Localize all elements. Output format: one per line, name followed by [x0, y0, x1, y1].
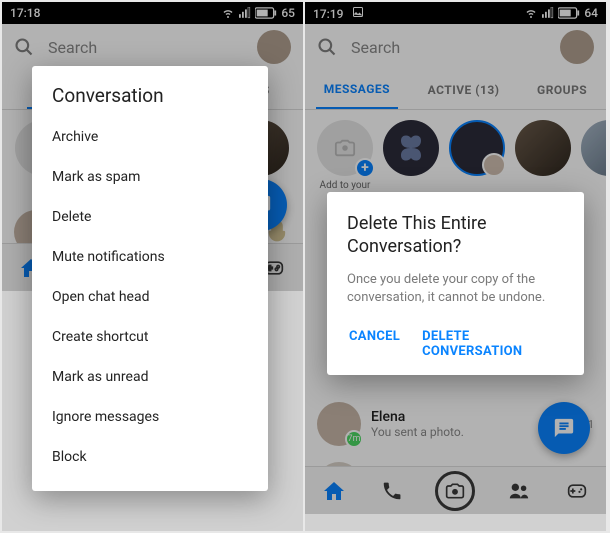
conversation-context-menu: Conversation Archive Mark as spam Delete… — [32, 66, 268, 491]
menu-mark-unread[interactable]: Mark as unread — [32, 357, 268, 397]
menu-title: Conversation — [32, 84, 268, 117]
menu-create-shortcut[interactable]: Create shortcut — [32, 317, 268, 357]
dialog-actions: CANCEL DELETE CONVERSATION — [347, 323, 564, 365]
menu-delete[interactable]: Delete — [32, 197, 268, 237]
menu-ignore[interactable]: Ignore messages — [32, 397, 268, 437]
menu-open-chat-head[interactable]: Open chat head — [32, 277, 268, 317]
menu-archive[interactable]: Archive — [32, 117, 268, 157]
menu-mark-spam[interactable]: Mark as spam — [32, 157, 268, 197]
phone-right: 17:19 64 Search — [305, 2, 608, 531]
delete-conversation-dialog: Delete This Entire Conversation? Once yo… — [327, 192, 584, 375]
phone-left: 17:18 65 Search M X — [2, 2, 305, 531]
cancel-button[interactable]: CANCEL — [347, 323, 402, 365]
menu-mute[interactable]: Mute notifications — [32, 237, 268, 277]
dialog-body: Once you delete your copy of the convers… — [347, 271, 564, 307]
delete-conversation-button[interactable]: DELETE CONVERSATION — [420, 323, 564, 365]
menu-block[interactable]: Block — [32, 437, 268, 477]
dialog-title: Delete This Entire Conversation? — [347, 212, 564, 259]
